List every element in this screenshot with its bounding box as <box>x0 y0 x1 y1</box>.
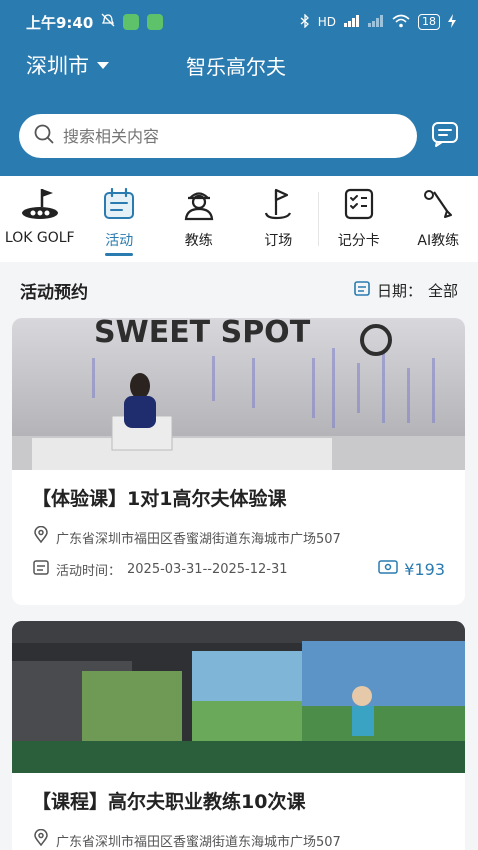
status-time: 上午9:40 <box>26 13 94 32</box>
mute-icon <box>101 13 115 31</box>
card-price: ¥193 <box>378 559 445 579</box>
card-image-sweet-spot: SWEET SPOT <box>12 318 465 470</box>
search-bar[interactable] <box>19 114 417 158</box>
city-label: 深圳市 <box>26 54 89 78</box>
category-nav: LOK GOLF 活动 教练 订场 记分卡 AI教练 <box>0 176 478 262</box>
time-calendar-icon <box>32 558 50 580</box>
coach-icon <box>179 186 219 222</box>
status-bar: 上午9:40 HD 18 <box>0 0 478 44</box>
date-filter-value: 全部 <box>427 281 458 300</box>
nav-item-ai-coach[interactable]: AI教练 <box>399 186 478 262</box>
card-title: 【课程】高尔夫职业教练10次课 <box>32 791 306 813</box>
wechat-notification-icon-2 <box>147 14 164 30</box>
golf-club-icon <box>418 186 458 222</box>
city-selector[interactable]: 深圳市 <box>26 50 109 80</box>
network-label: HD <box>317 15 336 29</box>
wechat-notification-icon <box>123 14 140 30</box>
nav-label-coach: 教练 <box>184 233 213 249</box>
activity-card[interactable]: 【课程】高尔夫职业教练10次课 广东省深圳市福田区香蜜湖街道东海城市广场507 <box>12 621 465 850</box>
battery-indicator: 18 <box>418 14 440 30</box>
card-title: 【体验课】1对1高尔夫体验课 <box>32 488 287 510</box>
nav-item-activities[interactable]: 活动 <box>80 186 160 262</box>
search-row <box>19 114 460 158</box>
card-address: 广东省深圳市福田区香蜜湖街道东海城市广场507 <box>56 531 341 547</box>
app-header: 上午9:40 HD 18 深圳市 智乐高尔夫 搜索相关内容 <box>0 0 478 176</box>
date-filter-label: 日期： <box>376 281 422 300</box>
card-address-row: 广东省深圳市福田区香蜜湖街道东海城市广场507 <box>32 525 445 549</box>
nav-label-booking: 订场 <box>264 233 293 249</box>
active-tab-indicator <box>105 253 134 256</box>
title-bar: 深圳市 智乐高尔夫 <box>0 44 478 86</box>
location-icon <box>32 828 50 850</box>
nav-label-lok-golf: LOK GOLF <box>4 230 75 246</box>
card-body: 【课程】高尔夫职业教练10次课 广东省深圳市福田区香蜜湖街道东海城市广场507 <box>12 773 465 850</box>
card-body: 【体验课】1对1高尔夫体验课 广东省深圳市福田区香蜜湖街道东海城市广场507 活… <box>12 470 465 605</box>
nav-item-scorecard[interactable]: 记分卡 <box>319 186 399 262</box>
bluetooth-icon <box>300 12 310 31</box>
search-input[interactable] <box>63 126 383 146</box>
search-icon <box>33 123 55 149</box>
card-address: 广东省深圳市福田区香蜜湖街道东海城市广场507 <box>56 834 341 850</box>
nav-item-coach[interactable]: 教练 <box>159 186 239 262</box>
nav-label-ai-coach: AI教练 <box>417 233 460 249</box>
signal-icon-2 <box>368 14 384 30</box>
section-header: 活动预约 日期： 全部 <box>0 262 478 318</box>
section-title: 活动预约 <box>20 282 88 303</box>
signal-icon <box>344 14 360 30</box>
location-icon <box>32 525 50 548</box>
wifi-icon <box>392 14 410 31</box>
caret-down-icon <box>97 61 109 69</box>
charging-icon <box>448 13 456 31</box>
message-button[interactable] <box>430 121 460 151</box>
sweet-spot-sign: SWEET SPOT <box>94 318 311 350</box>
card-time-label: 活动时间： <box>56 563 122 579</box>
card-time-row: 活动时间： 2025-03-31--2025-12-31 ¥193 <box>32 557 445 581</box>
nav-label-scorecard: 记分卡 <box>337 233 380 249</box>
lok-golf-logo-icon <box>20 186 60 222</box>
activity-card[interactable]: SWEET SPOT 【体验课】1对1高尔夫体验课 广东省深圳市福田区香蜜湖街道… <box>12 318 465 605</box>
nav-label-activities: 活动 <box>105 233 134 249</box>
calendar-icon <box>99 186 139 222</box>
date-calendar-icon <box>353 279 371 301</box>
nav-item-booking[interactable]: 订场 <box>239 186 319 262</box>
scorecard-icon <box>339 186 379 222</box>
nav-item-lok-golf[interactable]: LOK GOLF <box>0 186 80 262</box>
card-price-value: ¥193 <box>404 559 445 579</box>
card-time-value: 2025-03-31--2025-12-31 <box>127 561 288 577</box>
date-filter[interactable]: 日期： 全部 <box>353 279 458 301</box>
card-image-simulator <box>12 621 465 773</box>
card-address-row: 广东省深圳市福田区香蜜湖街道东海城市广场507 <box>32 828 445 850</box>
price-tag-icon <box>378 559 399 579</box>
message-icon <box>431 120 459 152</box>
flag-icon <box>258 186 298 222</box>
app-title: 智乐高尔夫 <box>186 54 286 79</box>
